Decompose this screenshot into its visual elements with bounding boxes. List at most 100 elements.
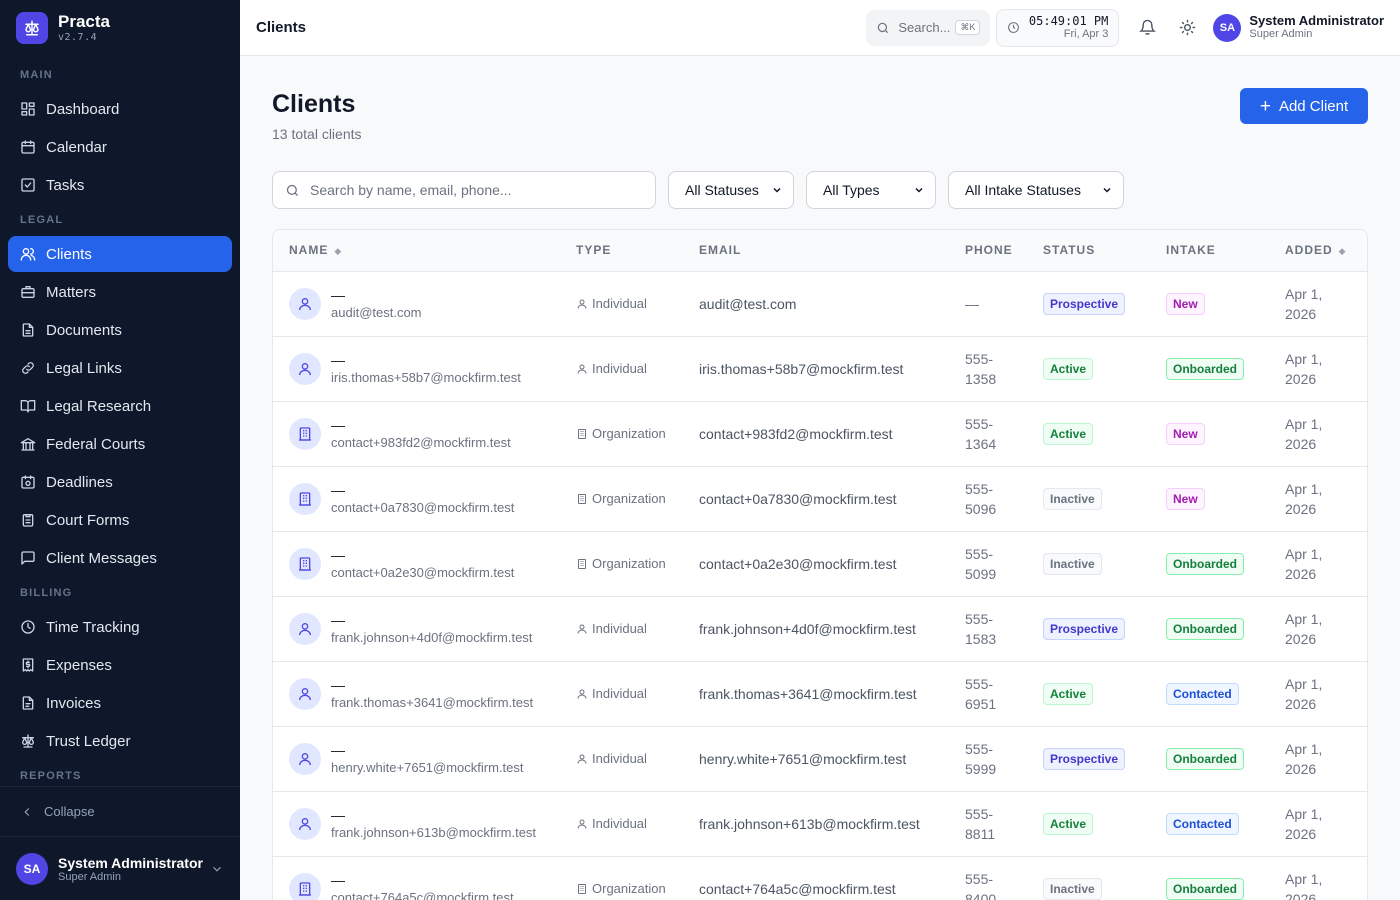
sidebar-item-client-messages[interactable]: Client Messages [8,540,232,576]
client-phone: — [965,295,979,312]
table-row[interactable]: — contact+0a7830@mockfirm.test Organizatio… [273,466,1367,532]
table-row[interactable]: — audit@test.com Individual audit@test.com —… [273,271,1367,337]
client-avatar [289,287,321,320]
add-client-label: Add Client [1278,97,1349,115]
sidebar-item-deadlines[interactable]: Deadlines [8,464,232,500]
notifications-button[interactable] [1131,12,1163,44]
sidebar-item-calendar[interactable]: Calendar [8,129,232,165]
avatar: SA [1213,13,1242,42]
col-type: TYPE [560,230,683,272]
client-email-sub: henry.white+7651@mockfirm.test [331,759,524,775]
brand-version: v2.7.4 [58,31,98,43]
sidebar-item-court-forms[interactable]: Court Forms [8,502,232,538]
nav-section-reports: REPORTS [20,770,82,782]
status-badge: Active [1043,682,1094,705]
client-type: Individual [576,361,683,376]
clock-date: Fri, Apr 3 [1063,28,1109,40]
person-icon [299,362,311,375]
table-row[interactable]: — contact+983fd2@mockfirm.test Organizatio… [273,401,1367,467]
sidebar-item-label: Clients [46,245,92,263]
client-name: — [331,871,345,888]
intake-badge: New [1166,292,1205,315]
client-added-date: Apr 1, 2026 [1285,610,1323,647]
sidebar-item-invoices[interactable]: Invoices [8,685,232,721]
intake-badge: Onboarded [1166,877,1245,900]
sidebar-item-legal-research[interactable]: Legal Research [8,388,232,424]
status-filter-select[interactable]: All Statuses [668,171,794,209]
sidebar-item-label: Documents [46,321,122,339]
collapse-label: Collapse [44,804,95,819]
sidebar-item-clients[interactable]: Clients [8,236,232,272]
client-type: Organization [576,491,683,506]
client-search-input[interactable] [310,182,643,198]
sidebar-item-expenses[interactable]: Expenses [8,647,232,683]
dashboard-icon [21,102,35,116]
topbar-user-menu[interactable]: SA System Administrator Super Admin [1213,13,1384,42]
global-search-button[interactable]: Search... ⌘K [866,9,991,46]
calendar-clock-icon [21,475,35,489]
sidebar-item-label: Court Forms [46,511,130,529]
clock-icon [1008,22,1020,33]
chevron-down-icon [1103,187,1111,193]
search-icon [286,184,298,196]
sidebar-item-time-tracking[interactable]: Time Tracking [8,609,232,645]
client-added-date: Apr 1, 2026 [1285,350,1323,387]
client-added-date: Apr 1, 2026 [1285,545,1323,582]
status-badge: Active [1043,357,1094,380]
table-row[interactable]: — frank.thomas+3641@mockfirm.test Individu… [273,661,1367,727]
client-type: Individual [576,751,683,766]
type-filter-select[interactable]: All Types [806,171,936,209]
client-name: — [331,546,345,563]
sidebar-item-label: Invoices [46,694,102,712]
client-name: — [331,741,345,758]
client-added-date: Apr 1, 2026 [1285,675,1323,712]
client-type: Individual [576,621,683,636]
client-avatar [289,612,321,645]
add-client-button[interactable]: + Add Client [1240,88,1368,124]
sidebar-item-legal-links[interactable]: Legal Links [8,350,232,386]
brand[interactable]: Practa v2.7.4 [0,0,240,56]
table-row[interactable]: — frank.johnson+613b@mockfirm.test Individ… [273,791,1367,857]
table-row[interactable]: — contact+0a2e30@mockfirm.test Organizatio… [273,531,1367,597]
search-icon [878,22,889,33]
status-badge: Inactive [1043,487,1102,510]
client-name: — [331,481,345,498]
chevron-down-icon [773,187,781,193]
person-icon [577,754,587,764]
table-row[interactable]: — iris.thomas+58b7@mockfirm.test Individua… [273,336,1367,402]
collapse-button[interactable]: Collapse [0,786,240,836]
main-content: Clients 13 total clients + Add Client Al… [240,56,1400,900]
building-icon [578,428,586,439]
client-email: frank.johnson+613b@mockfirm.test [699,815,920,832]
nav-section-main: MAIN [20,69,53,81]
col-name[interactable]: NAME ◆ [273,230,560,272]
sort-icon: ◆ [334,246,343,257]
client-email: frank.thomas+3641@mockfirm.test [699,685,917,702]
sidebar-item-tasks[interactable]: Tasks [8,167,232,203]
sidebar-user-menu[interactable]: SA System Administrator Super Admin [0,836,240,900]
theme-toggle-button[interactable] [1171,12,1203,44]
status-badge: Prospective [1043,747,1126,770]
sidebar-item-label: Expenses [46,656,112,674]
sort-icon: ◆ [1338,246,1347,257]
sidebar-user-role: Super Admin [58,870,121,883]
client-type: Organization [576,426,683,441]
intake-filter-select[interactable]: All Intake Statuses [948,171,1124,209]
sidebar-item-federal-courts[interactable]: Federal Courts [8,426,232,462]
sidebar-item-matters[interactable]: Matters [8,274,232,310]
chevron-down-icon [213,866,221,872]
client-avatar [289,742,321,775]
intake-badge: Onboarded [1166,552,1245,575]
client-phone: 555- 1583 [965,610,997,647]
client-type: Organization [576,881,683,896]
client-email: contact+983fd2@mockfirm.test [699,425,893,442]
table-row[interactable]: — contact+764a5c@mockfirm.test Organizatio… [273,856,1367,900]
person-icon [299,687,311,700]
sidebar-item-trust-ledger[interactable]: Trust Ledger [8,723,232,759]
sidebar-item-documents[interactable]: Documents [8,312,232,348]
table-row[interactable]: — frank.johnson+4d0f@mockfirm.test Individ… [273,596,1367,662]
client-name: — [331,351,345,368]
table-row[interactable]: — henry.white+7651@mockfirm.test Individua… [273,726,1367,792]
sidebar-item-dashboard[interactable]: Dashboard [8,91,232,127]
col-added[interactable]: ADDED ◆ [1269,230,1367,272]
